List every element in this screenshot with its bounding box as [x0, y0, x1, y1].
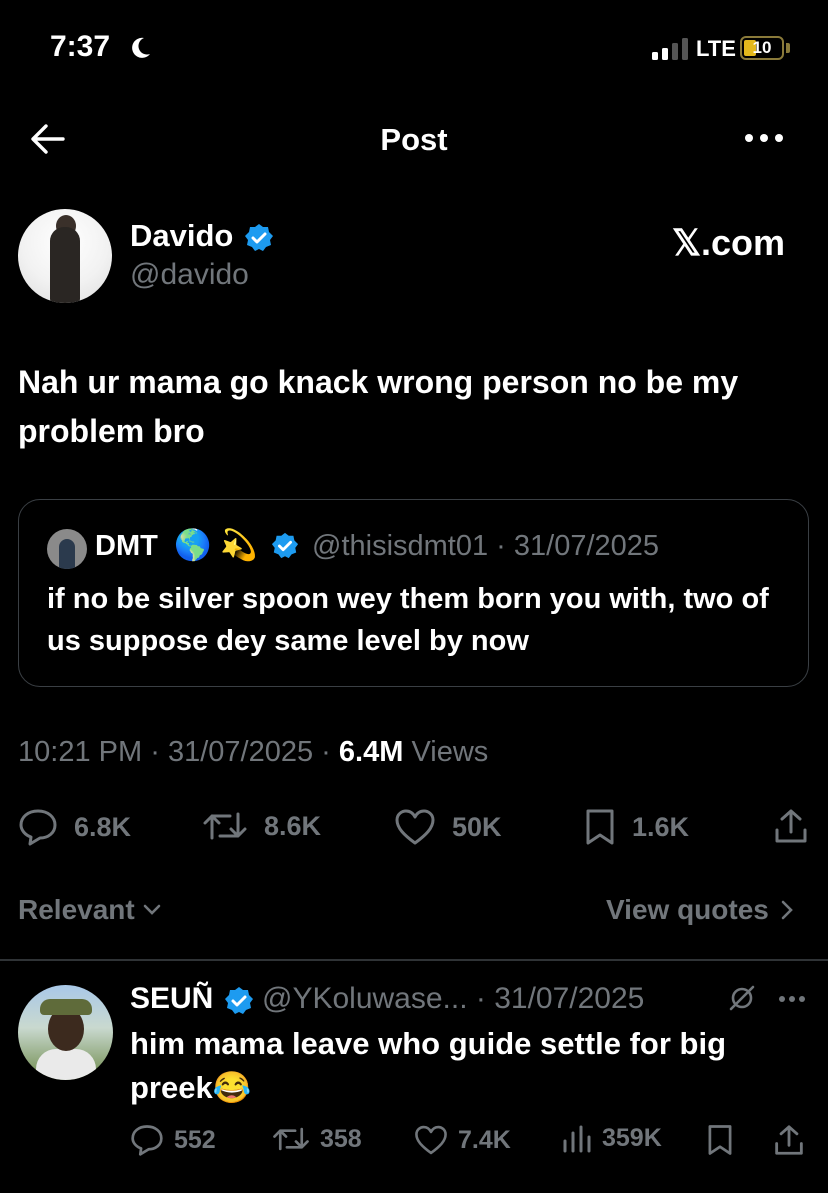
status-time: 7:37	[50, 30, 111, 63]
chevron-down-icon	[143, 904, 161, 915]
like-count: 50K	[452, 811, 502, 842]
post-views-count: 6.4M	[338, 736, 404, 768]
bookmark-icon	[586, 809, 614, 845]
page-title: Post	[380, 122, 448, 157]
more-options-icon[interactable]	[744, 132, 784, 144]
reply-share-button[interactable]	[774, 1124, 804, 1156]
repost-icon	[203, 812, 247, 840]
x-watermark: 𝕏.com	[672, 222, 786, 263]
author-name[interactable]: Davido	[130, 218, 233, 254]
views-icon	[563, 1125, 591, 1152]
cellular-signal-icon	[652, 38, 690, 60]
quoted-author-avatar	[47, 529, 87, 569]
quoted-author-name: DMT	[95, 530, 158, 562]
chevron-right-icon	[781, 900, 793, 920]
reply-bookmark-button[interactable]	[706, 1124, 734, 1156]
grok-icon[interactable]	[728, 984, 756, 1012]
quoted-author-emoji-dizzy: 💫	[220, 529, 258, 562]
reply-author-name[interactable]: SEUÑ	[130, 982, 213, 1016]
meta-separator: ·	[321, 736, 331, 768]
repost-icon	[273, 1127, 309, 1151]
heart-icon	[395, 809, 435, 845]
reply-views-count: 359K	[602, 1124, 662, 1152]
reply-icon	[131, 1125, 163, 1156]
view-quotes-label: View quotes	[606, 894, 769, 925]
post-time: 10:21 PM	[18, 736, 143, 768]
reply-author-handle-date[interactable]: @YKoluwase... · 31/07/2025	[262, 982, 644, 1016]
divider	[0, 959, 828, 961]
reply-repost-button[interactable]: 358	[272, 1124, 362, 1154]
share-icon[interactable]	[774, 808, 808, 844]
sort-label: Relevant	[18, 894, 135, 925]
reply-repost-count: 358	[320, 1124, 362, 1153]
reply-text: him mama leave who guide settle for big …	[130, 1026, 727, 1105]
view-quotes-link[interactable]: View quotes	[606, 894, 793, 926]
verified-badge-icon	[271, 532, 299, 560]
quoted-author-handle-date: @thisisdmt01 · 31/07/2025	[312, 530, 660, 562]
reply-author-avatar[interactable]	[18, 985, 113, 1080]
repost-button[interactable]: 8.6K	[202, 808, 321, 844]
post-date: 31/07/2025	[167, 736, 314, 768]
like-button[interactable]: 50K	[394, 808, 502, 846]
reply-like-button[interactable]: 7.4K	[414, 1124, 511, 1156]
meta-separator: ·	[150, 736, 160, 768]
verified-badge-icon	[224, 986, 254, 1016]
sort-replies-dropdown[interactable]: Relevant	[18, 894, 161, 926]
heart-icon	[415, 1125, 447, 1155]
network-type: LTE	[696, 36, 736, 61]
share-icon	[775, 1125, 803, 1155]
post-views-label[interactable]: Views	[411, 736, 488, 768]
moon-icon	[130, 36, 152, 60]
reply-button[interactable]: 6.8K	[18, 808, 131, 846]
bookmark-count: 1.6K	[632, 811, 690, 842]
bookmark-icon	[708, 1125, 732, 1155]
battery-level: 10	[752, 38, 772, 57]
post-meta: 10:21 PM · 31/07/2025 · 6.4M Views	[18, 736, 488, 769]
reply-like-count: 7.4K	[458, 1125, 511, 1154]
reply-reply-count: 552	[174, 1125, 216, 1154]
reply-count: 6.8K	[74, 811, 132, 842]
author-avatar[interactable]	[18, 209, 112, 303]
reply-icon	[19, 809, 57, 846]
reply-reply-button[interactable]: 552	[130, 1124, 216, 1156]
reply-views-button[interactable]: 359K	[562, 1124, 662, 1153]
reply-more-options-icon[interactable]	[778, 995, 806, 1003]
quoted-post-text: if no be silver spoon wey them born you …	[47, 583, 769, 657]
verified-badge-icon	[244, 223, 274, 253]
battery-icon: 10	[740, 36, 784, 60]
author-handle[interactable]: @davido	[130, 258, 249, 292]
battery-nub	[786, 43, 790, 53]
post-text: Nah ur mama go knack wrong person no be …	[18, 364, 739, 449]
repost-count: 8.6K	[264, 810, 322, 841]
quoted-author-emoji-globe: 🌎	[174, 529, 212, 562]
bookmark-button[interactable]: 1.6K	[584, 808, 689, 846]
